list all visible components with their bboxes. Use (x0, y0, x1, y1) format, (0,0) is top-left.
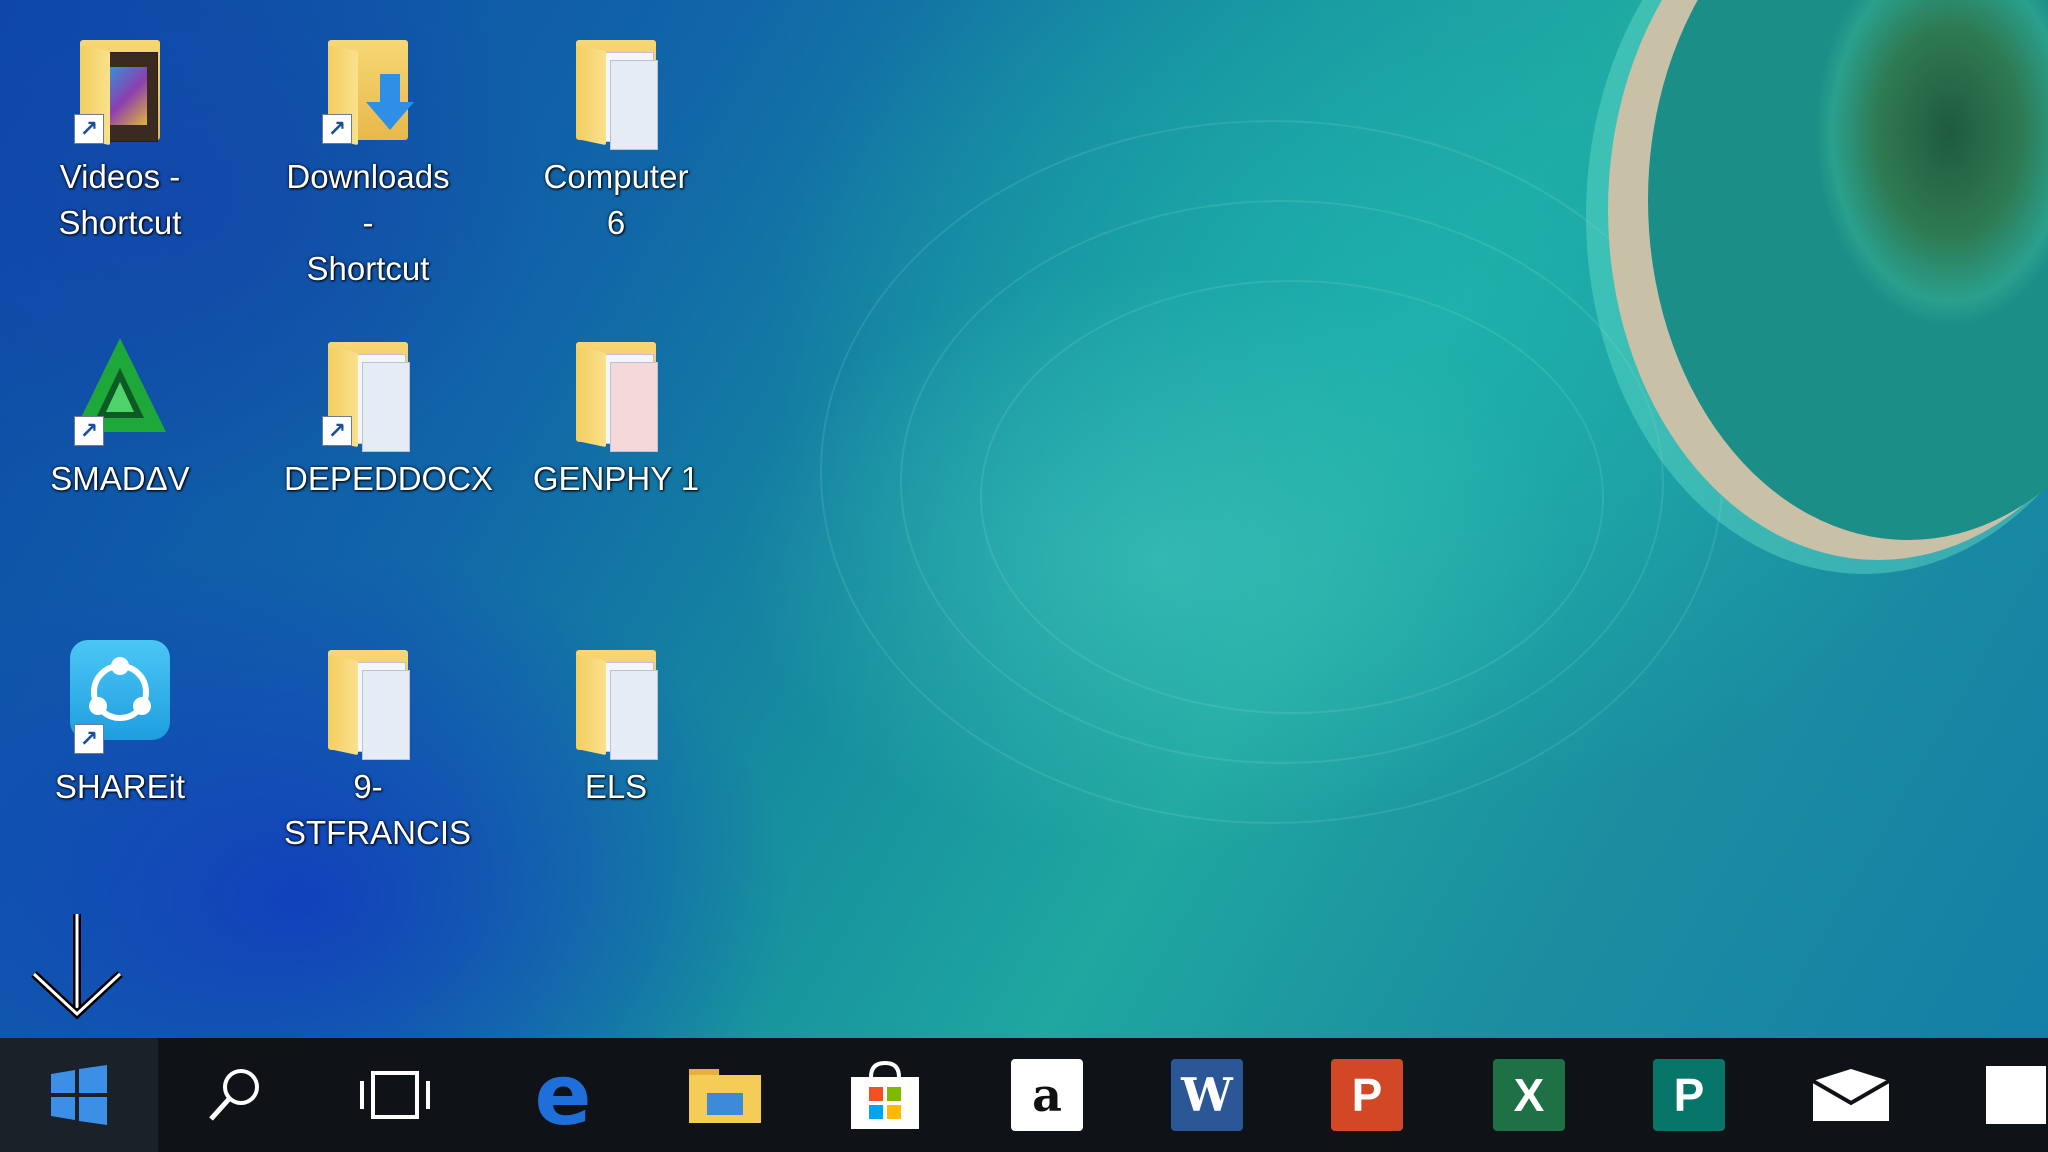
taskbar-amazon[interactable]: a (972, 1038, 1122, 1152)
taskbar-partial-app[interactable] (1964, 1038, 2048, 1152)
icon-label: DEPEDDOCX (284, 460, 494, 497)
shortcut-arrow-icon: ↗ (74, 724, 104, 754)
desktop-icon-els[interactable]: ELS (532, 640, 700, 810)
desktop[interactable]: ↗ Videos - Shortcut ↗ Downloads - Shortc… (0, 0, 2048, 1038)
shortcut-arrow-icon: ↗ (74, 416, 104, 446)
taskbar-mail[interactable] (1776, 1038, 1926, 1152)
shortcut-arrow-icon: ↗ (74, 114, 104, 144)
folder-icon (566, 640, 666, 760)
desktop-icon-downloads-shortcut[interactable]: ↗ Downloads - Shortcut (284, 30, 452, 292)
windows-logo-icon (51, 1065, 107, 1125)
folder-icon (566, 30, 666, 150)
desktop-icon-9-stfrancis[interactable]: 9-STFRANCIS (284, 640, 472, 856)
taskbar-word[interactable]: W (1132, 1038, 1282, 1152)
taskbar-edge[interactable]: e (488, 1038, 638, 1152)
icon-label: Computer 6 (543, 158, 689, 241)
icon-label: Videos - Shortcut (58, 158, 182, 241)
taskbar-powerpoint[interactable]: P (1292, 1038, 1442, 1152)
desktop-icon-shareit[interactable]: ↗ SHAREit (36, 640, 204, 810)
icon-label: 9-STFRANCIS (284, 768, 472, 851)
amazon-icon: a (1011, 1059, 1083, 1131)
taskbar-store[interactable] (810, 1038, 960, 1152)
shortcut-arrow-icon: ↗ (322, 416, 352, 446)
desktop-icon-computer-6[interactable]: Computer 6 (532, 30, 700, 246)
icon-label: Downloads - Shortcut (286, 158, 450, 287)
word-icon: W (1171, 1059, 1243, 1131)
store-icon (851, 1060, 919, 1129)
taskbar-file-explorer[interactable] (650, 1038, 800, 1152)
desktop-icon-depeddocx[interactable]: ↗ DEPEDDOCX (284, 332, 494, 502)
icon-label: ELS (584, 768, 648, 805)
folder-icon (318, 640, 418, 760)
file-explorer-icon (689, 1069, 761, 1123)
search-icon (209, 1069, 259, 1121)
folder-icon (566, 332, 666, 452)
powerpoint-icon: P (1331, 1059, 1403, 1131)
search-button[interactable] (160, 1038, 310, 1152)
excel-icon: X (1493, 1059, 1565, 1131)
start-button[interactable] (0, 1038, 158, 1152)
icon-label: SHAREit (54, 768, 186, 805)
mail-icon (1811, 1069, 1891, 1121)
app-icon (1986, 1066, 2046, 1124)
wallpaper-wave (980, 280, 1604, 714)
task-view-icon (360, 1071, 430, 1119)
shareit-icon: ↗ (70, 640, 170, 758)
icon-label: SMADΔV (50, 460, 190, 497)
desktop-icon-videos-shortcut[interactable]: ↗ Videos - Shortcut (36, 30, 204, 246)
publisher-icon: P (1653, 1059, 1725, 1131)
taskbar-publisher[interactable]: P (1614, 1038, 1764, 1152)
desktop-icon-genphy-1[interactable]: GENPHY 1 (532, 332, 700, 502)
icon-label: GENPHY 1 (532, 460, 700, 497)
edge-icon: e (534, 1046, 592, 1144)
taskbar-excel[interactable]: X (1454, 1038, 1604, 1152)
folder-icon: ↗ (318, 332, 418, 452)
task-view-button[interactable] (320, 1038, 470, 1152)
shortcut-arrow-icon: ↗ (322, 114, 352, 144)
taskbar: e a W P X P (0, 1038, 2048, 1152)
video-folder-icon: ↗ (70, 30, 170, 148)
smadav-antivirus-icon: ↗ (70, 332, 170, 450)
downloads-folder-icon: ↗ (318, 30, 418, 148)
down-arrow-icon (31, 914, 123, 1020)
desktop-icon-smadav[interactable]: ↗ SMADΔV (36, 332, 204, 502)
